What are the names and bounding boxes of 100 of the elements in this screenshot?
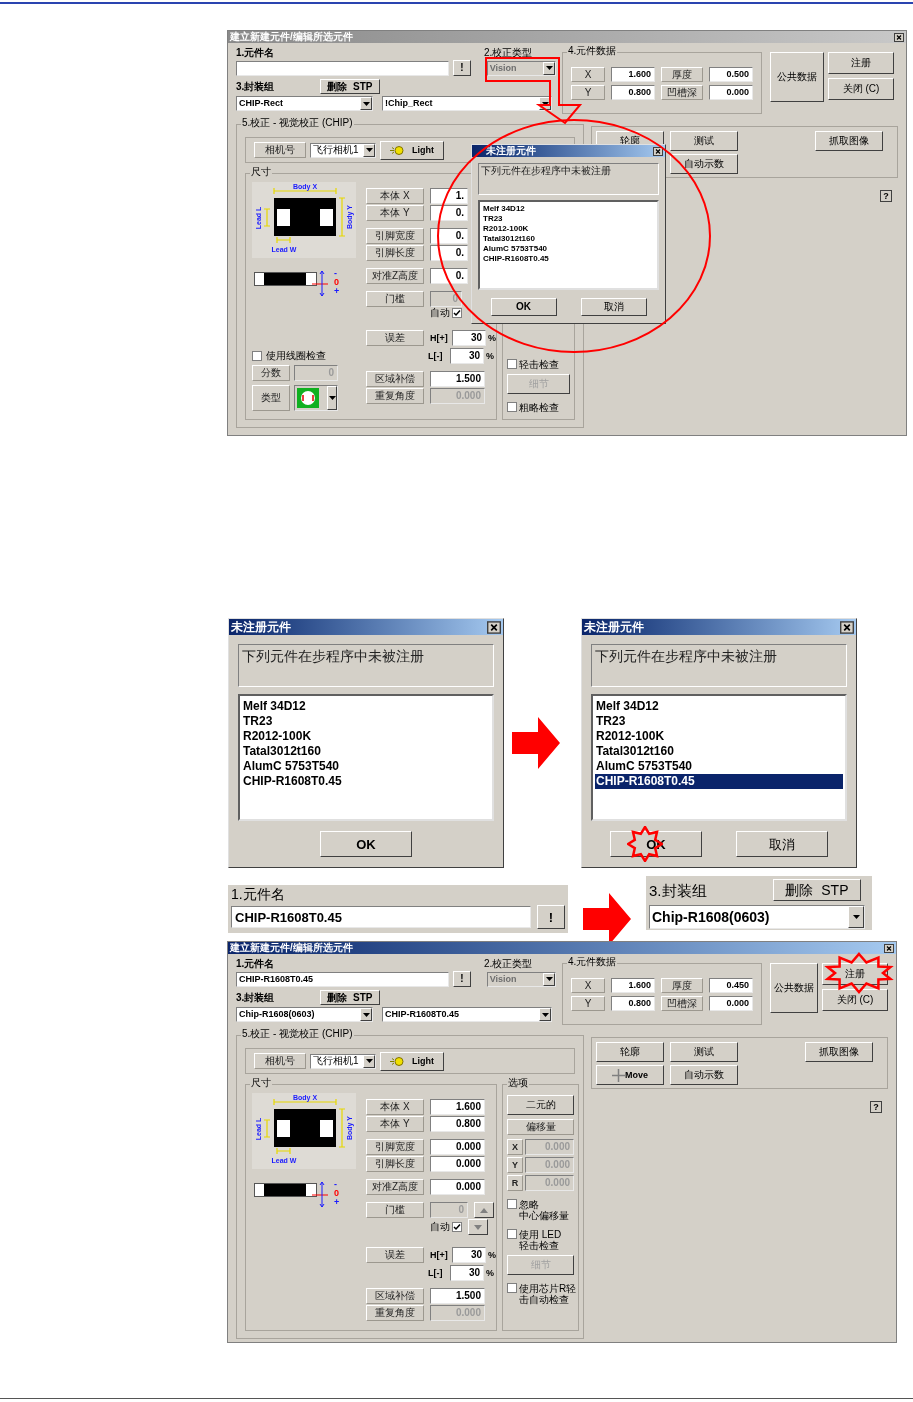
close-button[interactable]: 关闭 (C)	[828, 78, 894, 100]
list-item[interactable]: TR23	[482, 214, 655, 224]
close-icon[interactable]	[894, 32, 904, 42]
input-field[interactable]: 1.600	[430, 1099, 485, 1115]
checkbox[interactable]	[507, 1283, 517, 1293]
checkbox[interactable]	[252, 351, 262, 361]
group-label: 4.元件数据	[567, 957, 618, 967]
spin-button[interactable]	[474, 1202, 494, 1218]
spin-button[interactable]	[468, 1219, 488, 1235]
checkbox[interactable]	[507, 1199, 517, 1209]
close-button[interactable]: 关闭 (C)	[822, 989, 888, 1011]
input-field[interactable]: CHIP-R1608T0.45	[236, 971, 449, 987]
dropdown[interactable]: CHIP-R1608T0.45	[382, 1007, 552, 1022]
input-field[interactable]: 0.	[430, 228, 468, 244]
caret-icon	[362, 1012, 370, 1017]
input-field[interactable]: 1.500	[430, 371, 485, 387]
button[interactable]: !	[452, 971, 471, 987]
register-button[interactable]: 注册	[828, 52, 894, 74]
list-item[interactable]: TR23	[595, 714, 843, 729]
input-field[interactable]: 30	[450, 348, 484, 364]
tool-button[interactable]: 轮廓	[596, 1042, 664, 1062]
list-item[interactable]: Tatal3012t160	[595, 744, 843, 759]
input-field[interactable]: 30	[450, 1265, 484, 1281]
close-icon[interactable]	[653, 146, 663, 156]
dropdown[interactable]: CHIP-Rect	[236, 96, 373, 111]
input-field[interactable]: 0.450	[709, 978, 753, 993]
tool-button[interactable]: 测试	[670, 1042, 738, 1062]
list-item[interactable]: Melf 34D12	[595, 699, 843, 714]
checkbox[interactable]	[507, 359, 517, 369]
input-field[interactable]: 0.	[430, 205, 468, 221]
list-item[interactable]: AlumC 5753T540	[482, 244, 655, 254]
dropdown[interactable]: 飞行相机1	[310, 142, 376, 158]
field-label: 本体 Y	[366, 205, 424, 221]
close-icon[interactable]	[840, 620, 854, 634]
list-item[interactable]: Tatal3012t160	[242, 744, 490, 759]
button[interactable]: !	[452, 60, 471, 76]
capture-button[interactable]: 抓取图像	[815, 131, 883, 151]
field-label: 误差	[366, 330, 424, 346]
list-item[interactable]: TR23	[242, 714, 490, 729]
input-field[interactable]: 1.600	[611, 978, 655, 993]
tool-button[interactable]: 自动示数	[670, 154, 738, 174]
checkbox[interactable]	[507, 1229, 517, 1239]
list-item[interactable]: AlumC 5753T540	[595, 759, 843, 774]
input-field[interactable]: 0.800	[611, 85, 655, 100]
input-field[interactable]: 0.500	[709, 67, 753, 82]
list-item[interactable]: R2012-100K	[242, 729, 490, 744]
light-button[interactable]: Light	[380, 140, 444, 160]
dialog-button[interactable]: OK	[320, 831, 412, 857]
list-item[interactable]: Melf 34D12	[242, 699, 490, 714]
dropdown[interactable]: Chip-R1608(0603)	[236, 1007, 373, 1022]
coil-type-dropdown[interactable]	[294, 385, 338, 411]
list-item[interactable]: Tatal3012t160	[482, 234, 655, 244]
list-item[interactable]: R2012-100K	[482, 224, 655, 234]
list-item[interactable]: CHIP-R1608T0.45	[595, 774, 843, 789]
dialog-button[interactable]: 取消	[580, 298, 647, 316]
checkbox[interactable]	[507, 402, 517, 412]
dialog-button[interactable]: OK	[490, 298, 557, 316]
close-icon[interactable]	[487, 620, 501, 634]
input-field[interactable]: 1.500	[430, 1288, 485, 1304]
dropdown[interactable]: Chip-R1608(0603)	[649, 905, 865, 929]
input-field[interactable]: CHIP-R1608T0.45	[231, 906, 531, 928]
dialog-button[interactable]: 取消	[736, 831, 828, 857]
field-label: R	[507, 1175, 523, 1191]
input-field[interactable]: 0.000	[430, 1156, 485, 1172]
button[interactable]: 二元的	[507, 1095, 574, 1115]
list-item[interactable]: CHIP-R1608T0.45	[242, 774, 490, 789]
list-item[interactable]: CHIP-R1608T0.45	[482, 254, 655, 264]
delete-button[interactable]: 删除 STP	[320, 990, 380, 1005]
tool-button[interactable]: 测试	[670, 131, 738, 151]
list-item[interactable]: Melf 34D12	[482, 204, 655, 214]
list-item[interactable]: AlumC 5753T540	[242, 759, 490, 774]
input-field[interactable]: 0.000	[430, 1139, 485, 1155]
button[interactable]: !	[537, 905, 565, 929]
help-button[interactable]: ?	[880, 190, 892, 202]
input-field[interactable]: 0.000	[709, 85, 753, 100]
input-field[interactable]: 1.600	[611, 67, 655, 82]
capture-button[interactable]: 抓取图像	[805, 1042, 873, 1062]
help-button[interactable]: ?	[870, 1101, 882, 1113]
input-field[interactable]: 0.	[430, 245, 468, 261]
input-field[interactable]: 1.	[430, 188, 468, 204]
input-field[interactable]: 0.	[430, 268, 468, 284]
input-field[interactable]: 0.000	[709, 996, 753, 1011]
dropdown[interactable]: !Chip_Rect	[382, 96, 552, 111]
input-field[interactable]	[236, 60, 449, 76]
unit-label: %	[486, 351, 494, 361]
common-data-button[interactable]: 公共数据	[770, 963, 818, 1013]
input-field[interactable]: 0.800	[430, 1116, 485, 1132]
delete-button[interactable]: 删除 STP	[773, 879, 861, 901]
dropdown[interactable]: 飞行相机1	[310, 1053, 376, 1069]
common-data-button[interactable]: 公共数据	[770, 52, 824, 102]
input-field[interactable]: 0.800	[611, 996, 655, 1011]
delete-button[interactable]: 删除 STP	[320, 79, 380, 94]
input-field[interactable]: 30	[452, 1247, 486, 1263]
list-item[interactable]: R2012-100K	[595, 729, 843, 744]
tool-button[interactable]: 自动示数	[670, 1065, 738, 1085]
light-button[interactable]: Light	[380, 1051, 444, 1071]
close-icon[interactable]	[884, 943, 894, 953]
move-button[interactable]: Move	[596, 1065, 664, 1085]
input-field[interactable]: 30	[452, 330, 486, 346]
input-field[interactable]: 0.000	[430, 1179, 485, 1195]
